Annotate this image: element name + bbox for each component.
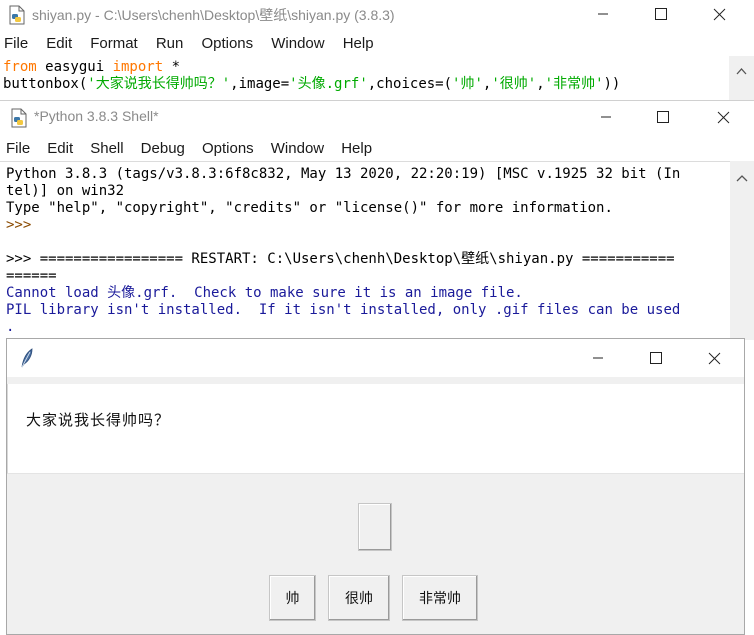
code-close-parens: )) (603, 76, 621, 92)
close-icon[interactable] (691, 344, 737, 372)
editor-title: shiyan.py - C:\Users\chenh\Desktop\壁纸\sh… (32, 7, 395, 23)
keyword-import: import (112, 59, 164, 75)
shell-title: *Python 3.8.3 Shell* (34, 108, 159, 124)
maximize-icon[interactable] (633, 344, 679, 372)
menu-file[interactable]: File (4, 32, 28, 52)
menu-help[interactable]: Help (341, 137, 372, 157)
editor-code-line-1[interactable]: from easygui import * (3, 59, 180, 76)
menu-help[interactable]: Help (343, 32, 374, 52)
keyword-from: from (3, 59, 37, 75)
shell-error-line-2: PIL library isn't installed. If it isn't… (6, 302, 681, 318)
choice-button-3[interactable]: 非常帅 (402, 575, 478, 621)
shell-prompt: >>> (6, 217, 32, 233)
code-call: buttonbox( (3, 76, 88, 92)
python-file-icon (10, 108, 28, 128)
shell-error-line-3: . (6, 319, 15, 335)
shell-restart-line-cont: ====== (6, 268, 57, 284)
choice-button-2[interactable]: 很帅 (328, 575, 390, 621)
editor-titlebar[interactable]: shiyan.py - C:\Users\chenh\Desktop\壁纸\sh… (0, 0, 754, 30)
dialog-message-area: 大家说我长得帅吗？ (7, 377, 744, 475)
module-name: easygui (36, 59, 113, 75)
editor-window: shiyan.py - C:\Users\chenh\Desktop\壁纸\sh… (0, 0, 754, 100)
import-star: * (163, 59, 181, 75)
code-image-arg: ,image= (230, 76, 290, 92)
string-image: '头像.grf' (289, 76, 368, 92)
maximize-icon[interactable] (638, 0, 684, 28)
editor-scrollbar[interactable] (729, 56, 754, 100)
shell-titlebar[interactable]: *Python 3.8.3 Shell* (0, 103, 754, 133)
tk-feather-icon (19, 347, 35, 369)
minimize-icon[interactable] (583, 103, 629, 131)
string-choice-3: '非常帅' (544, 76, 604, 92)
shell-scrollbar[interactable] (730, 161, 754, 340)
minimize-icon[interactable] (575, 344, 621, 372)
shell-window: *Python 3.8.3 Shell* File Edit Shell Deb… (0, 100, 754, 340)
close-icon[interactable] (696, 0, 742, 28)
menu-shell[interactable]: Shell (90, 137, 123, 157)
shell-menubar: File Edit Shell Debug Options Window Hel… (6, 137, 373, 161)
string-choice-1: '帅' (452, 76, 483, 92)
menu-edit[interactable]: Edit (47, 137, 73, 157)
dialog-message: 大家说我长得帅吗？ (26, 411, 171, 429)
shell-restart-line: >>> ================= RESTART: C:\Users\… (6, 251, 675, 267)
python-file-icon (8, 5, 26, 25)
shell-help-line: Type "help", "copyright", "credits" or "… (6, 200, 613, 216)
code-comma: , (536, 76, 545, 92)
menu-run[interactable]: Run (156, 32, 184, 52)
menu-file[interactable]: File (6, 137, 30, 157)
menu-window[interactable]: Window (271, 32, 324, 52)
menu-options[interactable]: Options (201, 32, 253, 52)
shell-output[interactable]: Python 3.8.3 (tags/v3.8.3:6f8c832, May 1… (0, 161, 730, 340)
string-choice-2: '很帅' (491, 76, 537, 92)
maximize-icon[interactable] (640, 103, 686, 131)
shell-banner-line-2: tel)] on win32 (6, 183, 125, 199)
close-icon[interactable] (700, 103, 746, 131)
choice-button-1[interactable]: 帅 (269, 575, 316, 621)
dialog-message-box: 大家说我长得帅吗？ (7, 384, 744, 474)
shell-banner-line-1: Python 3.8.3 (tags/v3.8.3:6f8c832, May 1… (6, 166, 681, 182)
image-button[interactable] (358, 503, 392, 551)
buttonbox-dialog: 大家说我长得帅吗？ 帅 很帅 非常帅 (6, 338, 745, 635)
dialog-titlebar[interactable] (7, 339, 744, 377)
string-message: '大家说我长得帅吗？' (87, 76, 231, 92)
code-choices-arg: ,choices=( (367, 76, 453, 92)
minimize-icon[interactable] (580, 0, 626, 28)
editor-code-line-2[interactable]: buttonbox('大家说我长得帅吗？',image='头像.grf',cho… (3, 76, 620, 93)
menu-edit[interactable]: Edit (46, 32, 72, 52)
menu-options[interactable]: Options (202, 137, 254, 157)
menu-window[interactable]: Window (271, 137, 324, 157)
menu-format[interactable]: Format (90, 32, 138, 52)
editor-menubar: File Edit Format Run Options Window Help (4, 32, 374, 56)
menu-debug[interactable]: Debug (141, 137, 185, 157)
shell-error-line-1: Cannot load 头像.grf. Check to make sure i… (6, 285, 523, 301)
